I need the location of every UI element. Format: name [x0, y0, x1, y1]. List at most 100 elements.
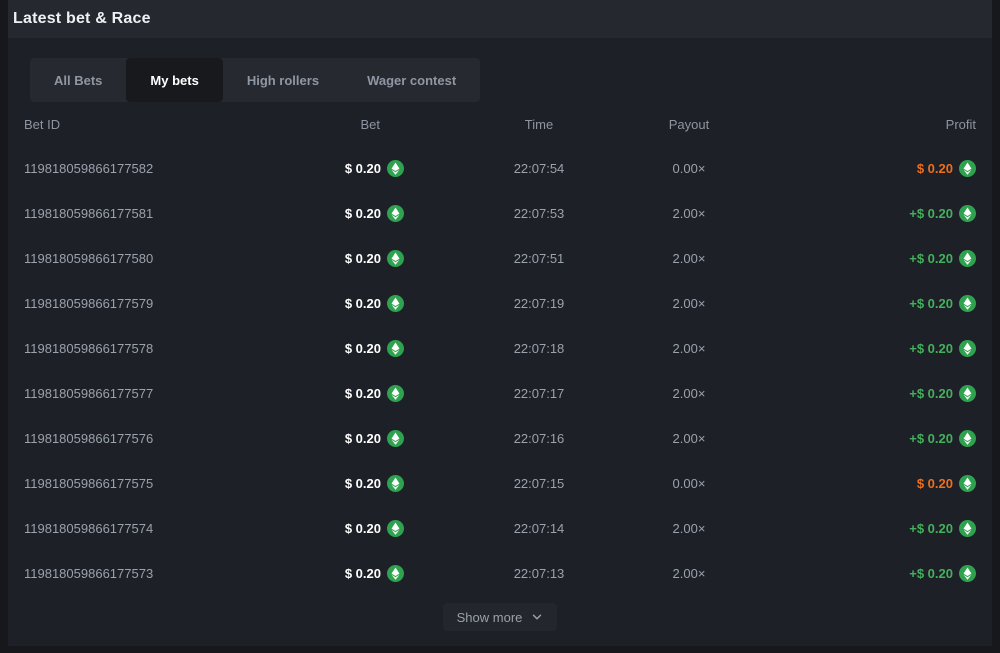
time-cell: 22:07:54	[444, 161, 634, 176]
bet-amount-cell: $ 0.20	[304, 475, 404, 492]
eth-coin-icon	[959, 565, 976, 582]
bet-amount-cell: $ 0.20	[304, 520, 404, 537]
eth-coin-icon	[387, 205, 404, 222]
profit-cell: +$ 0.20	[744, 430, 976, 447]
table-body: 119818059866177582$ 0.2022:07:540.00×$ 0…	[24, 146, 976, 596]
payout-cell: 2.00×	[634, 341, 744, 356]
profit-cell: $ 0.20	[744, 160, 976, 177]
time-cell: 22:07:17	[444, 386, 634, 401]
column-header-profit: Profit	[744, 117, 976, 132]
eth-coin-icon	[387, 385, 404, 402]
profit-cell: +$ 0.20	[744, 205, 976, 222]
bet-amount: $ 0.20	[345, 566, 381, 581]
table-row[interactable]: 119818059866177575$ 0.2022:07:150.00×$ 0…	[24, 461, 976, 506]
tab-my-bets[interactable]: My bets	[126, 58, 222, 102]
table-row[interactable]: 119818059866177578 $ 0.20 22:07:182.00× +$ …	[24, 326, 976, 371]
profit-cell: +$ 0.20	[744, 520, 976, 537]
profit-cell: +$ 0.20	[744, 385, 976, 402]
bet-amount-cell: $ 0.20	[304, 340, 404, 357]
eth-coin-icon	[959, 520, 976, 537]
tab-all-bets[interactable]: All Bets	[30, 58, 126, 102]
bets-table: Bet ID Bet Time Payout Profit 1198180598…	[8, 102, 992, 596]
bet-amount: $ 0.20	[345, 476, 381, 491]
eth-coin-icon	[387, 430, 404, 447]
tab-wager-contest[interactable]: Wager contest	[343, 58, 480, 102]
bet-amount: $ 0.20	[345, 251, 381, 266]
eth-coin-icon	[387, 340, 404, 357]
eth-coin-icon	[959, 205, 976, 222]
bet-amount: $ 0.20	[345, 341, 381, 356]
profit-amount: $ 0.20	[917, 161, 953, 176]
table-row[interactable]: 119818059866177581 $ 0.20 22:07:532.00× +$ …	[24, 191, 976, 236]
eth-coin-icon	[959, 340, 976, 357]
time-cell: 22:07:53	[444, 206, 634, 221]
time-cell: 22:07:14	[444, 521, 634, 536]
table-row[interactable]: 119818059866177576$ 0.2022:07:162.00×+$ …	[24, 416, 976, 461]
time-cell: 22:07:51	[444, 251, 634, 266]
bet-amount-cell: $ 0.20	[304, 565, 404, 582]
payout-cell: 0.00×	[634, 161, 744, 176]
show-more-button[interactable]: Show more	[443, 603, 558, 631]
bet-amount: $ 0.20	[345, 521, 381, 536]
bet-amount-cell: $ 0.20	[304, 205, 404, 222]
bet-amount-cell: $ 0.20	[304, 295, 404, 312]
eth-coin-icon	[387, 475, 404, 492]
payout-cell: 2.00×	[634, 431, 744, 446]
tab-high-rollers[interactable]: High rollers	[223, 58, 343, 102]
table-row[interactable]: 119818059866177573$ 0.2022:07:132.00×+$ …	[24, 551, 976, 596]
time-cell: 22:07:16	[444, 431, 634, 446]
bet-amount: $ 0.20	[345, 386, 381, 401]
eth-coin-icon	[959, 430, 976, 447]
table-row[interactable]: 119818059866177577$ 0.2022:07:172.00×+$ …	[24, 371, 976, 416]
table-row[interactable]: 119818059866177580 $ 0.20 22:07:512.00× +$ …	[24, 236, 976, 281]
payout-cell: 2.00×	[634, 251, 744, 266]
profit-amount: +$ 0.20	[909, 341, 953, 356]
column-header-bet-id: Bet ID	[24, 117, 304, 132]
eth-coin-icon	[959, 295, 976, 312]
payout-cell: 0.00×	[634, 476, 744, 491]
bet-amount-cell: $ 0.20	[304, 250, 404, 267]
bet-id-cell: 119818059866177574	[24, 521, 304, 536]
eth-coin-icon	[387, 160, 404, 177]
payout-cell: 2.00×	[634, 206, 744, 221]
bet-id-cell: 119818059866177580	[24, 251, 304, 266]
bet-amount: $ 0.20	[345, 206, 381, 221]
table-row[interactable]: 119818059866177574 $ 0.20 22:07:142.00×+$ …	[24, 506, 976, 551]
table-row[interactable]: 119818059866177582$ 0.2022:07:540.00×$ 0…	[24, 146, 976, 191]
bet-id-cell: 119818059866177573	[24, 566, 304, 581]
eth-coin-icon	[959, 385, 976, 402]
profit-cell: $ 0.20	[744, 475, 976, 492]
bet-amount-cell: $ 0.20	[304, 160, 404, 177]
eth-coin-icon	[387, 250, 404, 267]
bet-amount: $ 0.20	[345, 431, 381, 446]
time-cell: 22:07:15	[444, 476, 634, 491]
eth-coin-icon	[387, 520, 404, 537]
bet-id-cell: 119818059866177577	[24, 386, 304, 401]
show-more-container: Show more	[8, 603, 992, 631]
bet-id-cell: 119818059866177578	[24, 341, 304, 356]
chevron-down-icon	[531, 611, 543, 623]
eth-coin-icon	[959, 475, 976, 492]
eth-coin-icon	[387, 565, 404, 582]
column-header-bet: Bet	[304, 117, 404, 132]
bet-id-cell: 119818059866177581	[24, 206, 304, 221]
table-row[interactable]: 119818059866177579$ 0.2022:07:192.00×+$ …	[24, 281, 976, 326]
bet-amount-cell: $ 0.20	[304, 385, 404, 402]
payout-cell: 2.00×	[634, 566, 744, 581]
profit-amount: $ 0.20	[917, 476, 953, 491]
bets-tab-bar: All BetsMy betsHigh rollersWager contest	[30, 58, 480, 102]
payout-cell: 2.00×	[634, 521, 744, 536]
eth-coin-icon	[959, 250, 976, 267]
profit-cell: +$ 0.20	[744, 565, 976, 582]
profit-amount: +$ 0.20	[909, 296, 953, 311]
profit-amount: +$ 0.20	[909, 251, 953, 266]
page-title: Latest bet & Race	[13, 10, 151, 28]
profit-cell: +$ 0.20	[744, 340, 976, 357]
bet-amount: $ 0.20	[345, 161, 381, 176]
profit-amount: +$ 0.20	[909, 206, 953, 221]
time-cell: 22:07:18	[444, 341, 634, 356]
eth-coin-icon	[959, 160, 976, 177]
bets-panel: All BetsMy betsHigh rollersWager contest…	[8, 38, 992, 646]
bet-amount: $ 0.20	[345, 296, 381, 311]
profit-amount: +$ 0.20	[909, 431, 953, 446]
